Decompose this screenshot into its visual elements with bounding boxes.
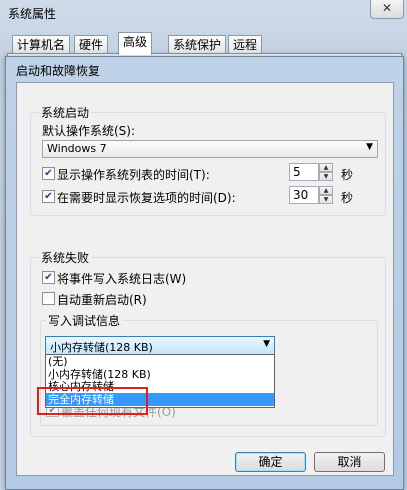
write-event-label: 将事件写入系统日志(W): [57, 272, 187, 286]
ok-button[interactable]: 确定: [235, 452, 306, 472]
failure-group-label: 系统失败: [39, 249, 92, 266]
dropdown-option-none[interactable]: (无): [46, 355, 274, 368]
show-recovery-seconds-input[interactable]: 30: [289, 186, 319, 204]
window-title: 系统属性: [8, 7, 57, 21]
spin-down-icon[interactable]: ▼: [319, 172, 333, 181]
debug-info-select[interactable]: 小内存转储(128 KB) ▼: [45, 336, 275, 356]
show-recovery-checkbox[interactable]: ✔: [42, 190, 55, 203]
dialog-title: 启动和故障恢复: [16, 64, 101, 78]
show-recovery-label: 在需要时显示恢复选项的时间(D):: [57, 191, 236, 205]
close-icon: ✕: [381, 1, 393, 15]
debug-info-value: 小内存转储(128 KB): [50, 341, 153, 354]
close-button[interactable]: ✕: [370, 0, 404, 19]
show-list-checkbox[interactable]: ✔: [42, 167, 55, 180]
tab-hardware[interactable]: 硬件: [74, 35, 109, 54]
spin-up-icon[interactable]: ▲: [319, 163, 333, 172]
tab-computer-name[interactable]: 计算机名: [12, 35, 71, 54]
chevron-down-icon: ▼: [366, 142, 373, 152]
spin-down-icon[interactable]: ▼: [319, 195, 333, 204]
highlight-box: [37, 387, 148, 415]
default-os-label: 默认操作系统(S):: [42, 124, 136, 138]
default-os-select[interactable]: Windows 7 ▼: [42, 140, 378, 158]
auto-restart-checkbox[interactable]: [42, 292, 55, 305]
default-os-value: Windows 7: [47, 142, 107, 155]
seconds-unit-label: 秒: [341, 191, 354, 205]
debug-info-label: 写入调试信息: [46, 312, 123, 329]
chevron-down-icon: ▼: [263, 339, 270, 349]
show-list-label: 显示操作系统列表的时间(T):: [57, 168, 210, 182]
seconds-unit-label: 秒: [341, 168, 354, 182]
cancel-button[interactable]: 取消: [314, 452, 385, 472]
tab-remote[interactable]: 远程: [228, 35, 263, 54]
show-list-seconds-input[interactable]: 5: [289, 163, 319, 181]
spin-up-icon[interactable]: ▲: [319, 186, 333, 195]
tab-advanced[interactable]: 高级: [118, 32, 153, 55]
write-event-checkbox[interactable]: ✔: [42, 271, 55, 284]
auto-restart-label: 自动重新启动(R): [57, 293, 147, 307]
tab-system-protection[interactable]: 系统保护: [168, 35, 227, 54]
startup-group-label: 系统启动: [39, 104, 92, 121]
